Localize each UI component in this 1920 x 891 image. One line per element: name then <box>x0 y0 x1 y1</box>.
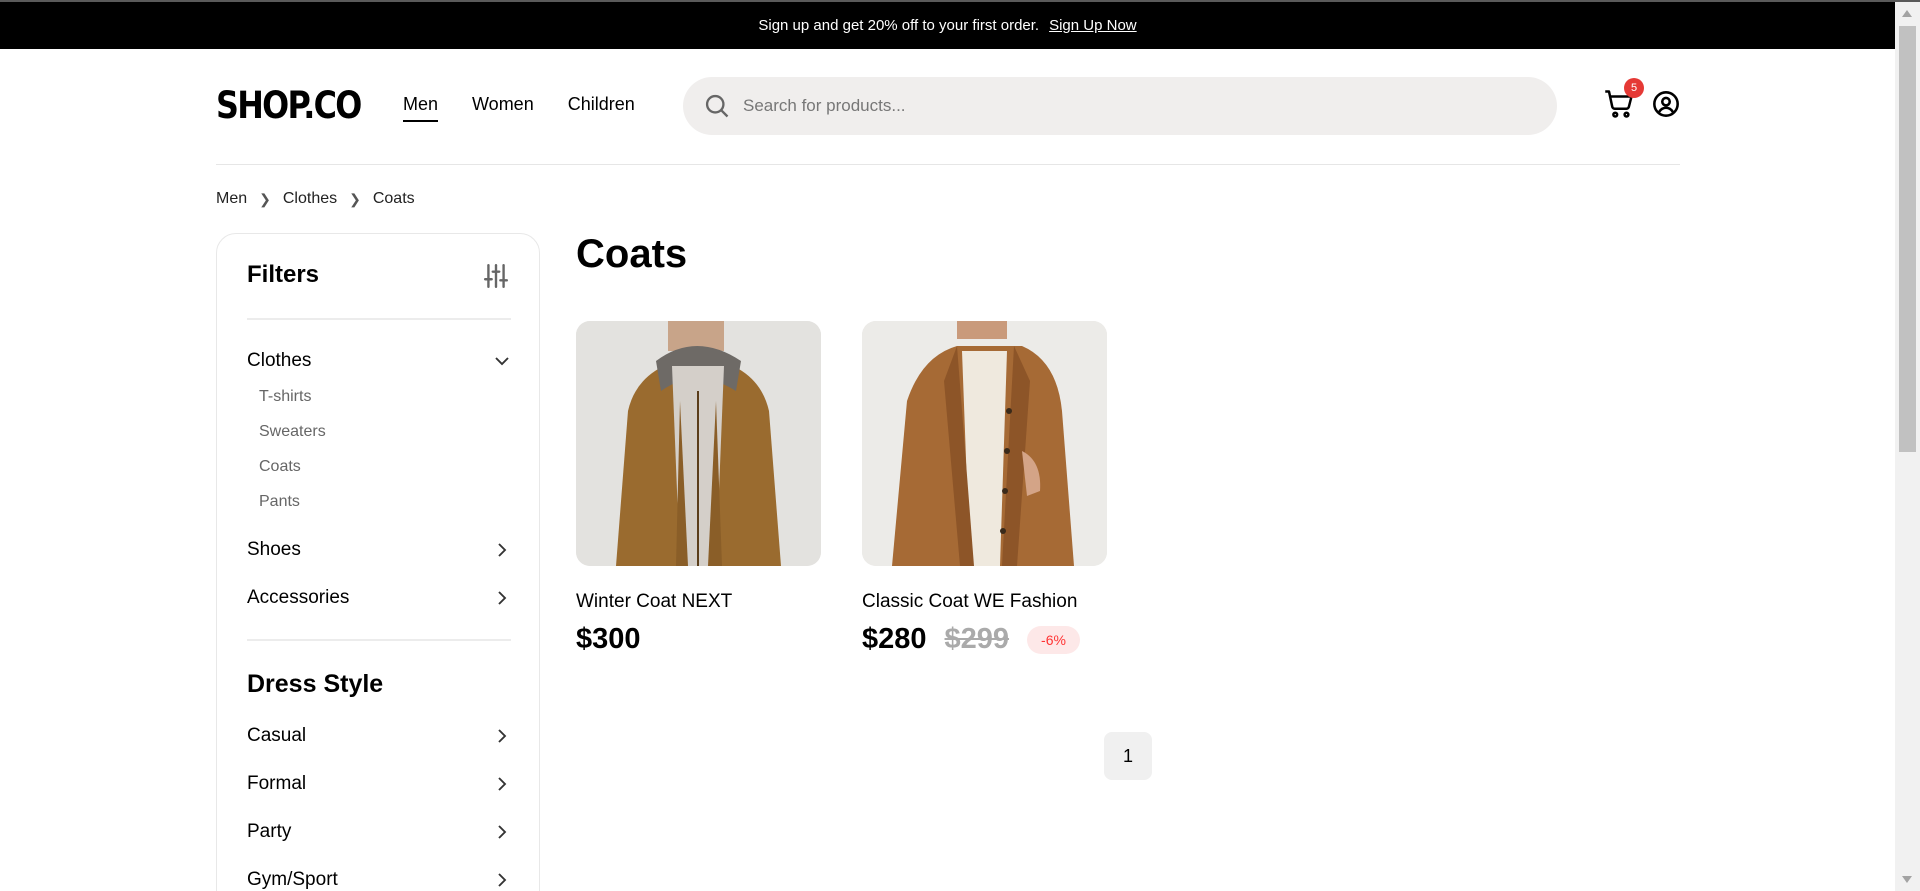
product-price: $280 <box>862 623 927 655</box>
breadcrumb-coats: Coats <box>372 190 415 207</box>
product-name[interactable]: Winter Coat NEXT <box>576 591 821 613</box>
promo-banner: Sign up and get 20% off to your first or… <box>0 2 1895 49</box>
cart-count-badge: 5 <box>1624 78 1644 98</box>
coat-photo <box>862 321 1107 566</box>
dress-style-gym-sport[interactable]: Gym/Sport <box>247 869 511 891</box>
dress-style-label: Formal <box>247 773 307 794</box>
product-prices: $280 $299 -6% <box>862 623 1107 656</box>
chevron-down-icon <box>495 357 509 366</box>
promo-text: Sign up and get 20% off to your first or… <box>758 17 1040 34</box>
product-card[interactable]: Winter Coat NEXT $300 <box>576 321 821 656</box>
nav-women[interactable]: Women <box>472 94 534 122</box>
product-price: $300 <box>576 623 641 655</box>
page-scrollbar[interactable] <box>1895 2 1920 891</box>
nav-children[interactable]: Children <box>568 94 635 122</box>
chevron-right-icon <box>498 591 507 605</box>
breadcrumb: Men ❯ Clothes ❯ Coats <box>216 190 415 208</box>
nav-men[interactable]: Men <box>403 94 439 122</box>
dress-style-formal[interactable]: Formal <box>247 773 511 795</box>
chevron-right-icon <box>498 543 507 557</box>
product-old-price: $299 <box>944 623 1010 655</box>
coat-photo <box>576 321 821 566</box>
category-accessories[interactable]: Accessories <box>247 587 511 609</box>
category-clothes[interactable]: Clothes <box>247 350 511 372</box>
subcategory-pants[interactable]: Pants <box>259 493 300 511</box>
chevron-right-icon <box>498 777 507 791</box>
product-name[interactable]: Classic Coat WE Fashion <box>862 591 1107 613</box>
breadcrumb-clothes[interactable]: Clothes <box>283 190 337 208</box>
search-input[interactable] <box>743 96 1503 116</box>
chevron-right-icon <box>498 729 507 743</box>
scroll-down-arrow[interactable] <box>1902 876 1912 883</box>
page-title: Coats <box>576 232 688 276</box>
main-nav: Men Women Children <box>403 94 635 122</box>
filters-panel: Filters Clothes T-shirts Sweaters Coats … <box>216 233 540 891</box>
scrollbar-thumb[interactable] <box>1899 26 1916 452</box>
search-icon <box>705 94 729 118</box>
dress-style-party[interactable]: Party <box>247 821 511 843</box>
product-image[interactable] <box>862 321 1107 566</box>
product-card[interactable]: Classic Coat WE Fashion $280 $299 -6% <box>862 321 1107 656</box>
dress-style-label: Casual <box>247 725 307 746</box>
subcategory-t-shirts[interactable]: T-shirts <box>259 388 311 406</box>
dress-style-label: Party <box>247 821 292 842</box>
chevron-right-icon <box>498 873 507 887</box>
scroll-up-arrow[interactable] <box>1902 10 1912 17</box>
filters-title: Filters <box>247 261 320 288</box>
category-label: Shoes <box>247 539 301 560</box>
pagination-page-1[interactable]: 1 <box>1104 732 1152 780</box>
product-prices: $300 <box>576 623 821 656</box>
product-image[interactable] <box>576 321 821 566</box>
user-account-icon[interactable] <box>1652 90 1680 118</box>
category-label: Clothes <box>247 350 312 371</box>
search-bar <box>683 77 1557 135</box>
chevron-right-icon: ❯ <box>349 190 361 207</box>
subcategory-coats[interactable]: Coats <box>259 458 301 476</box>
breadcrumb-men[interactable]: Men <box>216 190 247 208</box>
subcategory-sweaters[interactable]: Sweaters <box>259 423 326 441</box>
chevron-right-icon: ❯ <box>259 190 271 207</box>
category-shoes[interactable]: Shoes <box>247 539 511 561</box>
filters-divider <box>247 639 511 641</box>
dress-style-label: Gym/Sport <box>247 869 338 890</box>
site-header: SHOP.CO Men Women Children 5 <box>216 49 1680 165</box>
filters-divider <box>247 318 511 320</box>
dress-style-casual[interactable]: Casual <box>247 725 511 747</box>
site-logo[interactable]: SHOP.CO <box>216 84 362 127</box>
discount-badge: -6% <box>1027 625 1080 654</box>
category-label: Accessories <box>247 587 350 608</box>
chevron-right-icon <box>498 825 507 839</box>
filter-sliders-icon[interactable] <box>483 263 509 289</box>
sign-up-link[interactable]: Sign Up Now <box>1049 17 1137 34</box>
dress-style-title: Dress Style <box>247 670 384 698</box>
